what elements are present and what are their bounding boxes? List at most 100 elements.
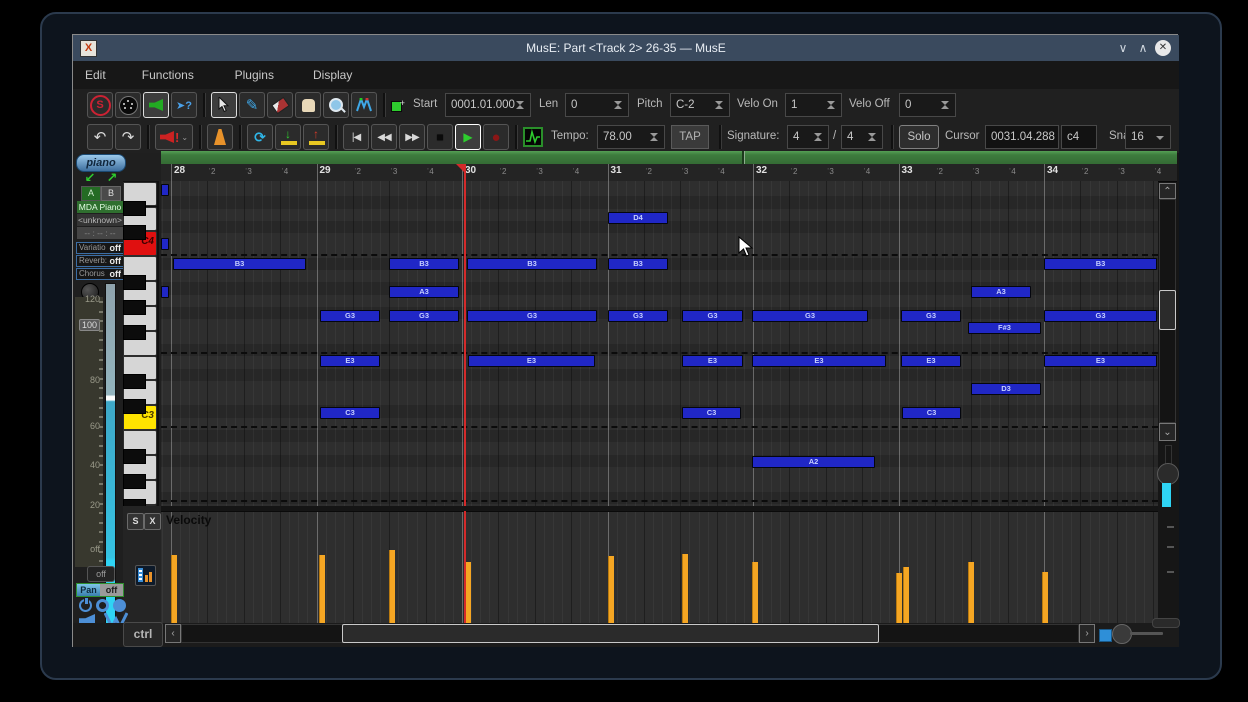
- velocity-bar[interactable]: [1042, 572, 1048, 623]
- midi-note[interactable]: D3: [971, 383, 1041, 395]
- part-bar[interactable]: [161, 151, 1177, 164]
- black-key[interactable]: [123, 498, 146, 506]
- titlebar[interactable]: X MusE: Part <Track 2> 26-35 — MusE ∨ ∧ …: [73, 35, 1179, 61]
- scroll-left-button[interactable]: ‹: [165, 624, 181, 643]
- menu-item-functions[interactable]: Functions: [142, 61, 194, 89]
- midi-note[interactable]: G3: [389, 310, 459, 322]
- punch-in-button[interactable]: ↓: [275, 124, 301, 150]
- velocity-bar[interactable]: [896, 573, 902, 623]
- panic-button[interactable]: ! ⌄: [155, 124, 193, 150]
- velo-on-spinbox[interactable]: 1: [785, 93, 842, 117]
- menu-item-edit[interactable]: Edit: [85, 61, 106, 89]
- undo-button[interactable]: ↶: [87, 124, 113, 150]
- black-key[interactable]: [123, 200, 146, 216]
- draw-tool-button[interactable]: [351, 92, 377, 118]
- velocity-bar[interactable]: [171, 555, 177, 623]
- forward-button[interactable]: ▶▶: [399, 124, 425, 150]
- pointer-tool-button[interactable]: [211, 92, 237, 118]
- instrument-name[interactable]: MDA Piano: [77, 201, 123, 213]
- pitch-spinbox[interactable]: C-2: [670, 93, 730, 117]
- tempo-spinbox[interactable]: 78.00: [597, 125, 665, 149]
- velocity-lane[interactable]: [161, 511, 1158, 623]
- lane-solo-button[interactable]: S: [127, 513, 144, 530]
- velocity-bar[interactable]: [389, 550, 395, 623]
- midi-note[interactable]: C3: [902, 407, 961, 419]
- pan-tool-button[interactable]: [295, 92, 321, 118]
- midi-note[interactable]: G3: [682, 310, 743, 322]
- menu-item-plugins[interactable]: Plugins: [235, 61, 274, 89]
- v-scrollbar-thumb[interactable]: [1159, 290, 1176, 330]
- midi-note-fragment[interactable]: [161, 238, 169, 250]
- midi-note[interactable]: E3: [468, 355, 595, 367]
- step-record-icon[interactable]: +: [391, 98, 405, 112]
- play-button[interactable]: ▶: [455, 124, 481, 150]
- piano-roll[interactable]: D4 B3 B3 B3 B3 B3 A3 A3 G3 G3 G3 G3 G3 G3 G3 G3 F#3 E3 E3 E…: [161, 181, 1158, 506]
- midi-note[interactable]: F#3: [968, 322, 1041, 334]
- black-key[interactable]: [123, 275, 146, 290]
- midi-note[interactable]: G3: [320, 310, 380, 322]
- midi-note[interactable]: E3: [1044, 355, 1157, 367]
- vzoom-slider-knob[interactable]: [1157, 463, 1179, 485]
- pan-control[interactable]: Pan off: [76, 583, 124, 597]
- close-button[interactable]: ✕: [1155, 40, 1171, 56]
- black-key[interactable]: [123, 299, 146, 315]
- ring-icon[interactable]: [96, 599, 109, 612]
- slider-off-button[interactable]: off: [87, 566, 115, 582]
- midi-note[interactable]: D4: [608, 212, 668, 224]
- midi-note-fragment[interactable]: [161, 286, 169, 298]
- velocity-bar[interactable]: [968, 562, 974, 623]
- midi-note[interactable]: A3: [389, 286, 459, 298]
- midi-note[interactable]: B3: [467, 258, 597, 270]
- midi-note-fragment[interactable]: [161, 184, 169, 196]
- midi-note[interactable]: B3: [1044, 258, 1157, 270]
- velocity-bar[interactable]: [903, 567, 909, 623]
- rewind-button[interactable]: ◀◀: [371, 124, 397, 150]
- scroll-right-button[interactable]: ›: [1079, 624, 1095, 643]
- redo-button[interactable]: ↷: [115, 124, 141, 150]
- power-icon[interactable]: [79, 598, 92, 612]
- black-key[interactable]: [123, 225, 146, 241]
- start-spinbox[interactable]: 0001.01.000: [445, 93, 531, 117]
- timeline-ruler[interactable]: 28 ˈ2 ˈ3 ˈ4 29 ˈ2 ˈ3 ˈ4 30 ˈ2 ˈ3 ˈ4 31 ˈ2 ˈ3 ˈ4 32 ˈ2 ˈ3 ˈ4…: [161, 164, 1177, 182]
- velocity-bar[interactable]: [319, 555, 325, 623]
- next-part-arrow-icon[interactable]: ↗: [103, 170, 121, 185]
- select-a-button[interactable]: A: [81, 186, 101, 201]
- black-key[interactable]: [123, 374, 146, 390]
- sig-denominator-spinbox[interactable]: 4: [841, 125, 883, 149]
- dot-icon[interactable]: [113, 599, 126, 612]
- scroll-up-button[interactable]: ⌃: [1159, 183, 1176, 199]
- h-scrollbar-thumb[interactable]: [342, 624, 879, 643]
- punch-out-button[interactable]: ↑: [303, 124, 329, 150]
- black-key[interactable]: [123, 449, 146, 464]
- chorus-send-row[interactable]: Chorus off: [76, 268, 124, 280]
- piano-keyboard[interactable]: C4 C3: [123, 181, 159, 506]
- speaker-button[interactable]: [143, 92, 169, 118]
- midi-note[interactable]: G3: [467, 310, 597, 322]
- midi-note[interactable]: G3: [608, 310, 668, 322]
- ctrl-button[interactable]: ctrl: [123, 622, 163, 647]
- midi-note[interactable]: A3: [971, 286, 1031, 298]
- variation-send-row[interactable]: Variatio off: [76, 242, 124, 254]
- midi-note[interactable]: C3: [682, 407, 741, 419]
- reverb-send-row[interactable]: Reverb: off: [76, 255, 124, 267]
- velocity-bar[interactable]: [682, 554, 688, 623]
- hzoom-slider-knob[interactable]: [1112, 624, 1132, 644]
- midi-note[interactable]: G3: [1044, 310, 1157, 322]
- midi-thru-button[interactable]: [115, 92, 141, 118]
- black-key[interactable]: [123, 324, 146, 340]
- midi-note[interactable]: A2: [752, 456, 875, 468]
- eraser-tool-button[interactable]: [267, 92, 293, 118]
- whatsthis-button[interactable]: ➤?: [171, 92, 197, 118]
- midi-note[interactable]: E3: [682, 355, 743, 367]
- solo-icon-button[interactable]: S: [87, 92, 113, 118]
- port-name[interactable]: <unknown>: [77, 214, 123, 226]
- tap-button[interactable]: TAP: [671, 125, 709, 149]
- zoom-tool-button[interactable]: [323, 92, 349, 118]
- maximize-button[interactable]: ∧: [1133, 39, 1153, 57]
- loop-button[interactable]: ⟳: [247, 124, 273, 150]
- snap-combobox[interactable]: 16: [1125, 125, 1171, 149]
- select-b-button[interactable]: B: [101, 186, 121, 201]
- lane-close-button[interactable]: X: [144, 513, 161, 530]
- solo-button[interactable]: Solo: [899, 125, 939, 149]
- record-button[interactable]: ●: [483, 124, 509, 150]
